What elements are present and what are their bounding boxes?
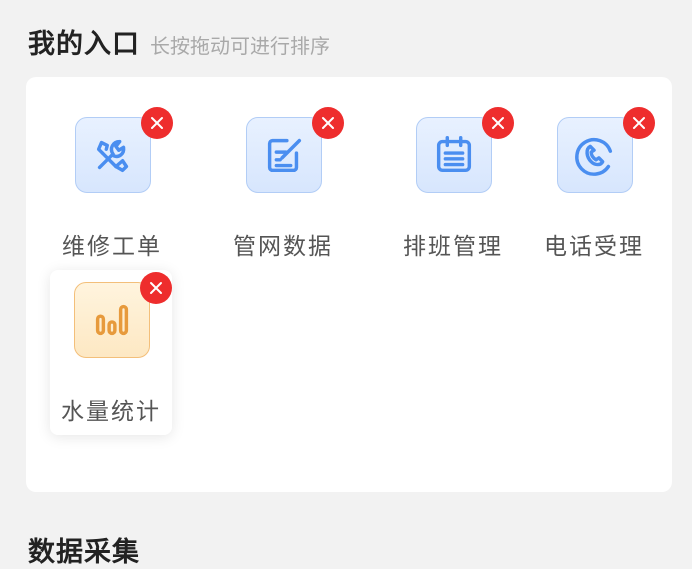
entry-icon-box [74, 282, 150, 358]
remove-entry-button[interactable] [140, 272, 172, 304]
remove-entry-button[interactable] [312, 107, 344, 139]
edit-document-icon [267, 138, 302, 173]
phone-icon [575, 137, 613, 176]
entry-tile-phone-intake[interactable]: 电话受理 [533, 105, 655, 270]
next-section-title: 数据采集 [28, 537, 140, 568]
wrench-screwdriver-icon [96, 139, 129, 173]
entry-icon-box [416, 117, 492, 193]
close-icon [633, 117, 645, 129]
section-title: 我的入口 [28, 29, 140, 60]
bar-chart-icon [95, 304, 129, 336]
entry-tile-pipe-network-data[interactable]: 管网数据 [222, 105, 344, 270]
remove-entry-button[interactable] [482, 107, 514, 139]
close-icon [492, 117, 504, 129]
entry-label: 水量统计 [61, 399, 161, 425]
remove-entry-button[interactable] [141, 107, 173, 139]
entry-tile-repair-order[interactable]: 维修工单 [51, 105, 173, 270]
entry-label: 电话受理 [544, 234, 644, 260]
close-icon [150, 282, 162, 294]
entry-icon-box [557, 117, 633, 193]
close-icon [151, 117, 163, 129]
entries-card: 维修工单 管网数据 排班管理 电话受理 水量统计 [26, 77, 672, 492]
close-icon [322, 117, 334, 129]
entry-label: 维修工单 [62, 234, 162, 260]
entry-tile-water-statistics[interactable]: 水量统计 [50, 270, 172, 435]
entry-label: 排班管理 [403, 234, 503, 260]
entry-tile-shift-management[interactable]: 排班管理 [392, 105, 514, 270]
sort-hint: 长按拖动可进行排序 [150, 34, 330, 58]
entry-icon-box [75, 117, 151, 193]
my-entries-header: 我的入口 长按拖动可进行排序 [28, 22, 330, 61]
entry-icon-box [246, 117, 322, 193]
remove-entry-button[interactable] [623, 107, 655, 139]
entry-label: 管网数据 [233, 234, 333, 260]
calendar-list-icon [436, 136, 472, 173]
